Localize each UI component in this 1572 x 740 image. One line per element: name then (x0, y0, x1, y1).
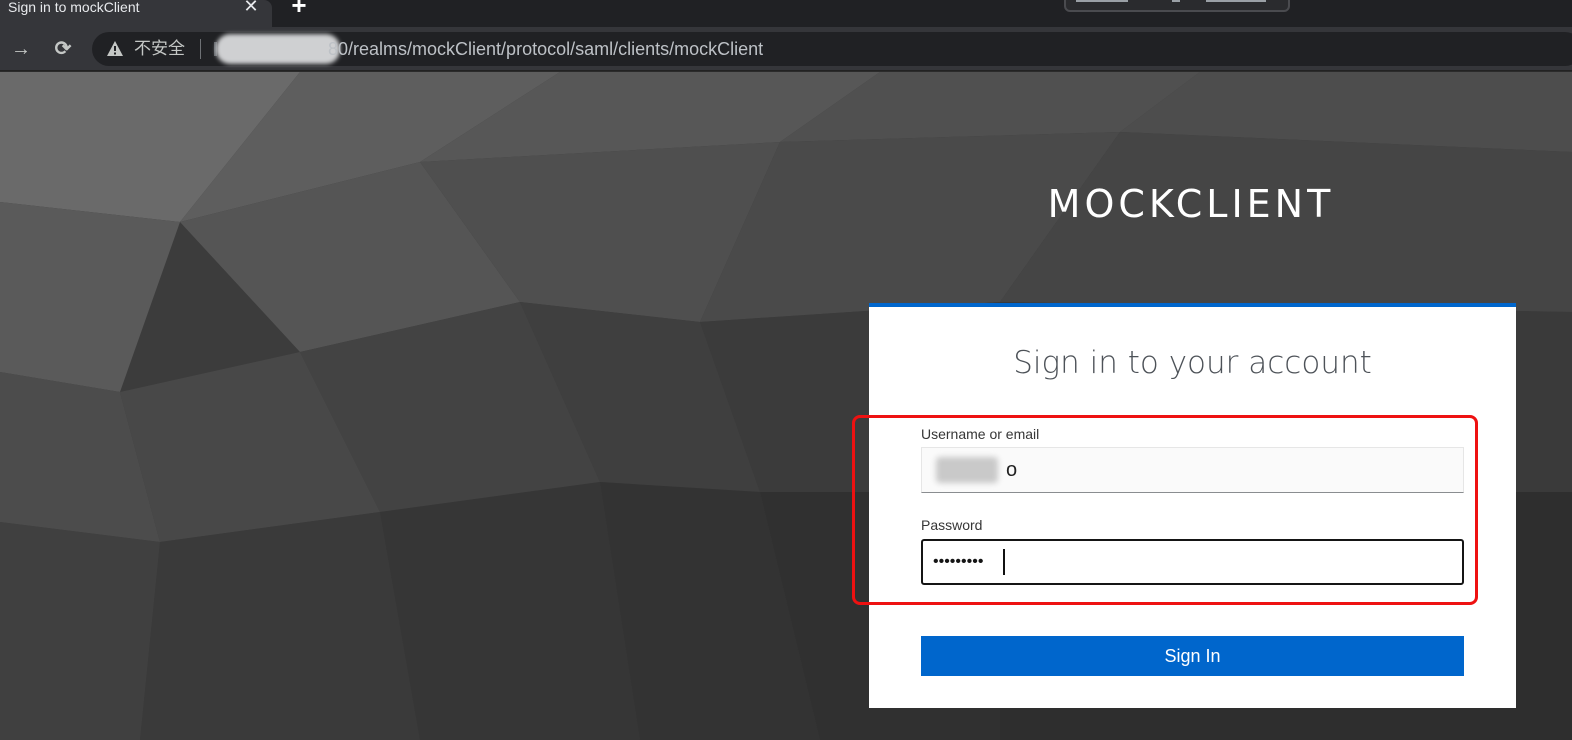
browser-tab-active[interactable]: Sign in to mockClient ✕ (0, 0, 272, 27)
reload-icon[interactable]: ⟳ (50, 36, 76, 62)
warning-icon[interactable] (106, 40, 124, 58)
login-page: MOCKCLIENT Sign in to your account Usern… (0, 72, 1572, 740)
card-title: Sign in to your account (1013, 345, 1372, 381)
address-bar[interactable]: 不安全 80/realms/mockClient/protocol/saml/c… (92, 32, 1572, 66)
annotation-highlight-box (852, 415, 1478, 605)
forward-arrow-icon[interactable]: → (8, 36, 34, 62)
url-text[interactable]: 80/realms/mockClient/protocol/saml/clien… (328, 39, 763, 59)
realm-brand-title: MOCKCLIENT (1047, 182, 1335, 226)
close-tab-icon[interactable]: ✕ (242, 0, 260, 15)
blurred-host (216, 34, 340, 64)
tab-title: Sign in to mockClient (8, 0, 140, 15)
browser-toolbar: → ⟳ 不安全 80/realms/mockClient/protocol/sa… (0, 27, 1572, 71)
not-secure-label[interactable]: 不安全 (134, 40, 185, 58)
browser-tabstrip: Sign in to mockClient ✕ + (0, 0, 1572, 27)
address-separator (200, 39, 201, 59)
new-tab-icon[interactable]: + (288, 0, 310, 18)
sign-in-button[interactable]: Sign In (921, 636, 1464, 676)
profile-widget[interactable] (1064, 0, 1290, 12)
